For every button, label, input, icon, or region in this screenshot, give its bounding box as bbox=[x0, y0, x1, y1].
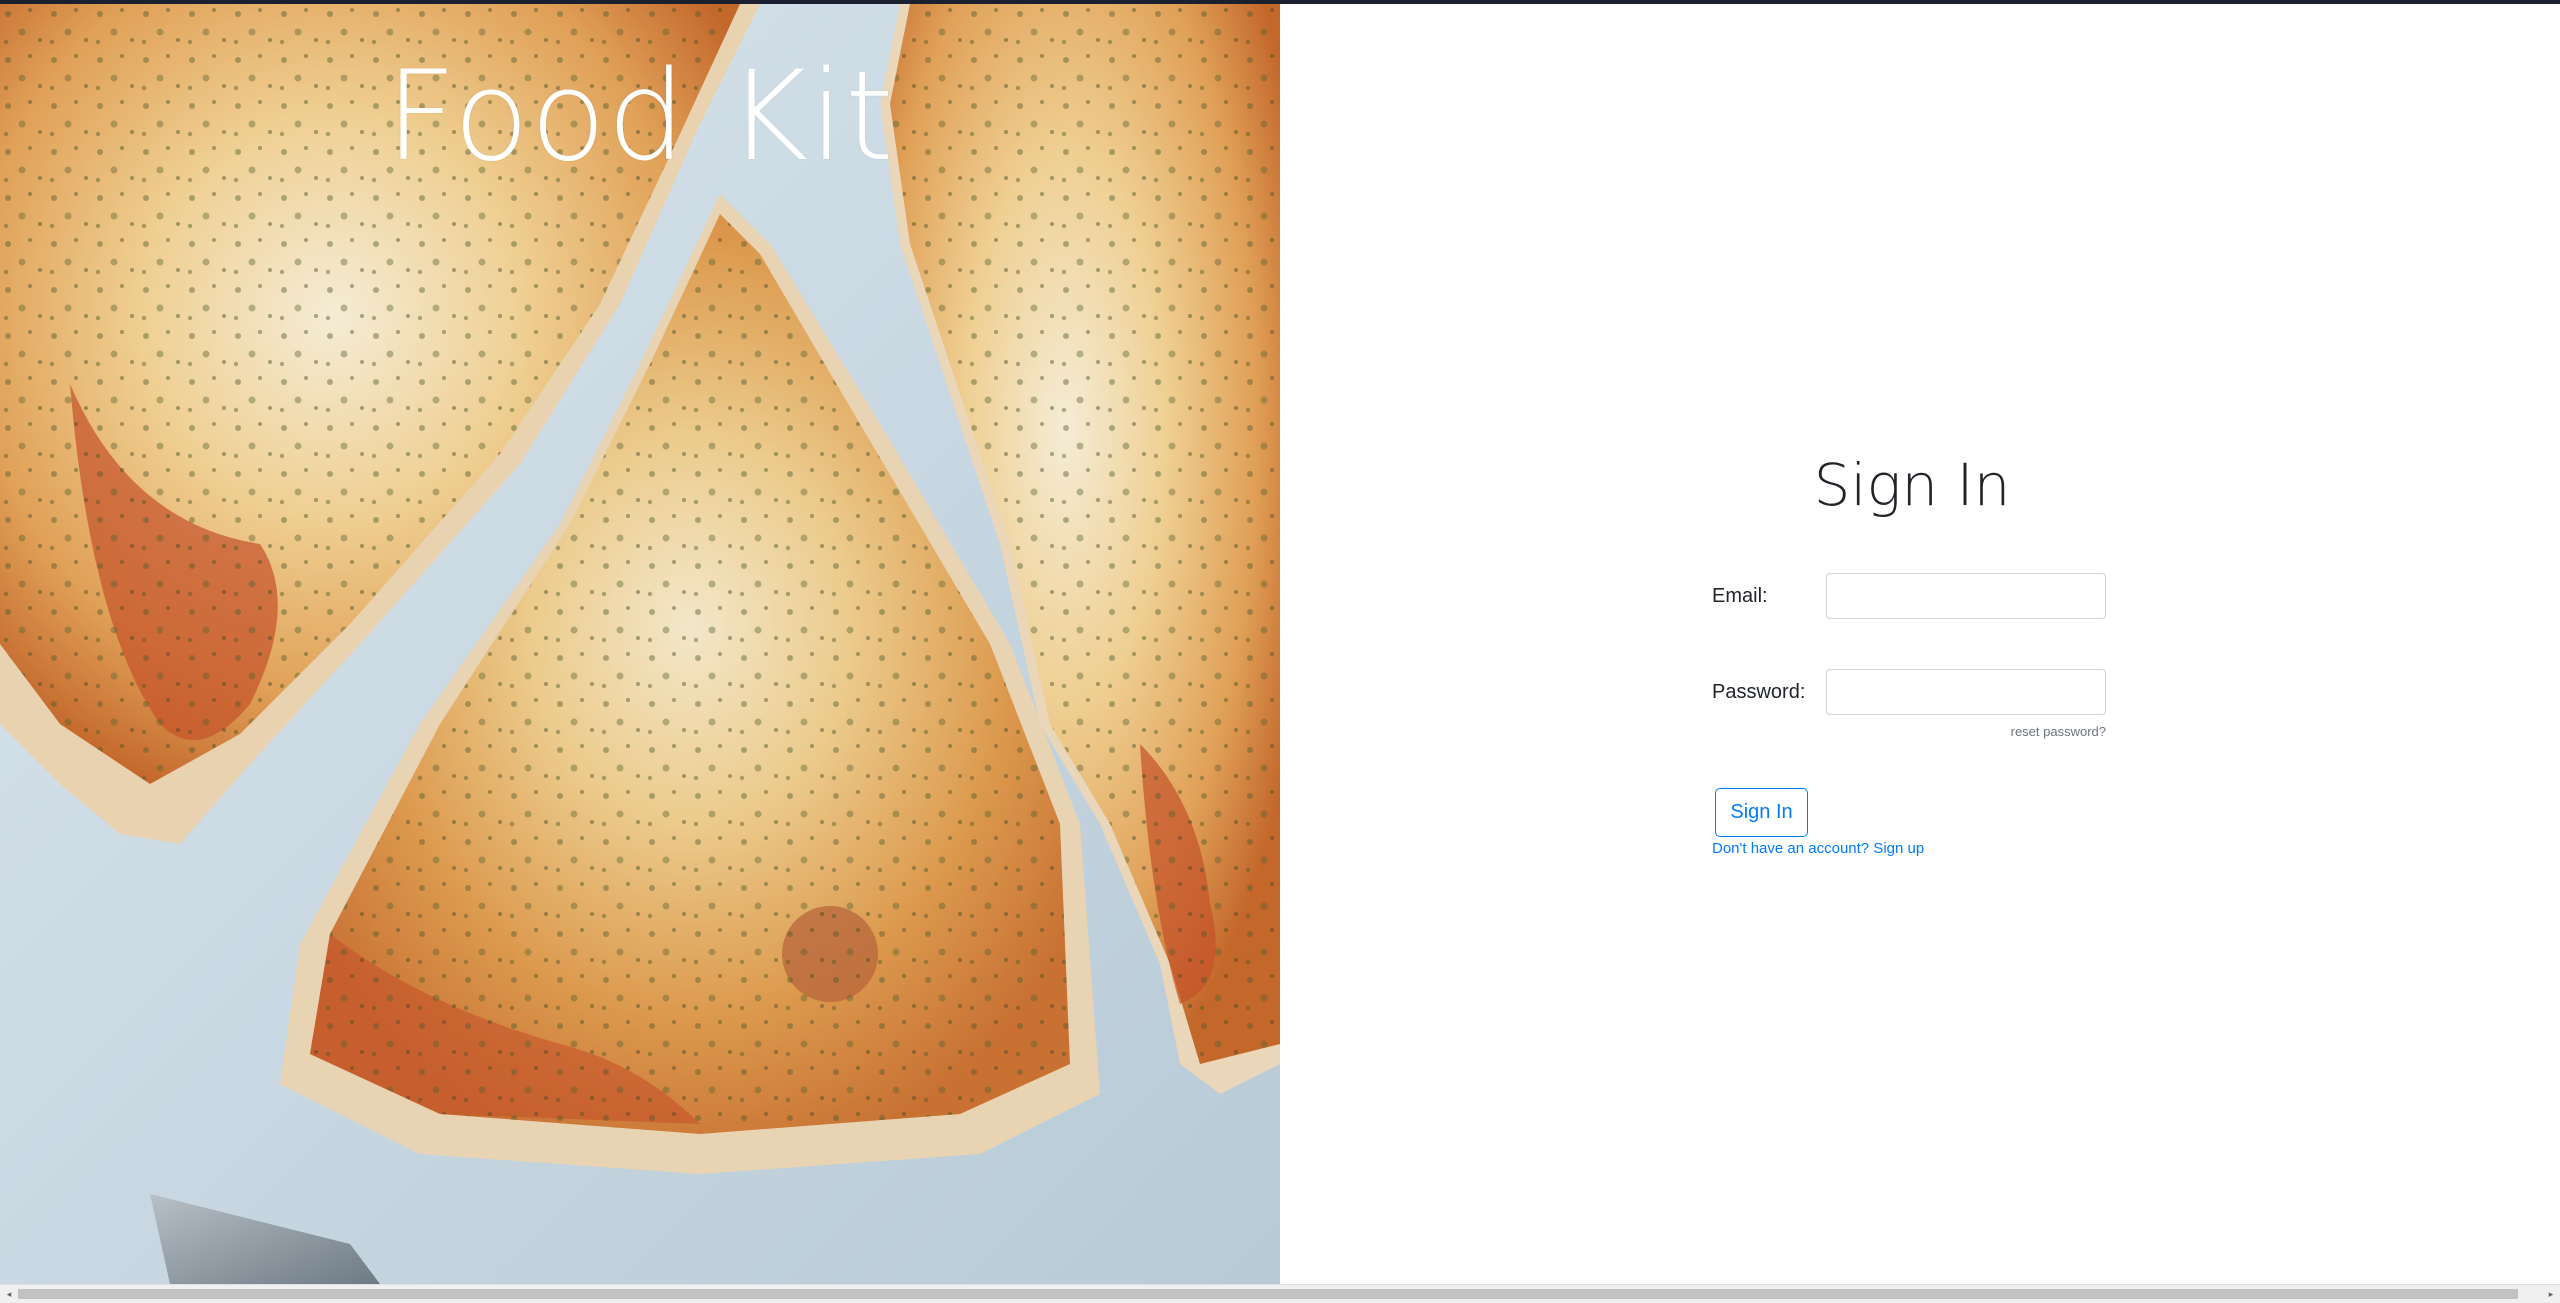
page: Food Kit Sign In Email: Password: reset … bbox=[0, 0, 2560, 1303]
scrollbar-thumb[interactable] bbox=[18, 1289, 2518, 1299]
scroll-left-arrow-icon[interactable]: ◂ bbox=[0, 1285, 18, 1303]
hero-image-panel: Food Kit bbox=[0, 4, 1280, 1284]
brand-title: Food Kit bbox=[385, 45, 895, 189]
email-label: Email: bbox=[1712, 585, 1768, 607]
password-label: Password: bbox=[1712, 681, 1806, 703]
signin-heading: Sign In bbox=[1813, 451, 2011, 519]
reset-password-link[interactable]: reset password? bbox=[2011, 724, 2106, 739]
scroll-right-arrow-icon[interactable]: ▸ bbox=[2542, 1285, 2560, 1303]
signin-button[interactable]: Sign In bbox=[1715, 788, 1808, 837]
pizza-photo bbox=[0, 4, 1280, 1284]
signup-link[interactable]: Don't have an account? Sign up bbox=[1712, 840, 1924, 857]
password-input[interactable] bbox=[1826, 669, 2106, 715]
email-input[interactable] bbox=[1826, 573, 2106, 619]
horizontal-scrollbar[interactable]: ◂ ▸ bbox=[0, 1284, 2560, 1303]
